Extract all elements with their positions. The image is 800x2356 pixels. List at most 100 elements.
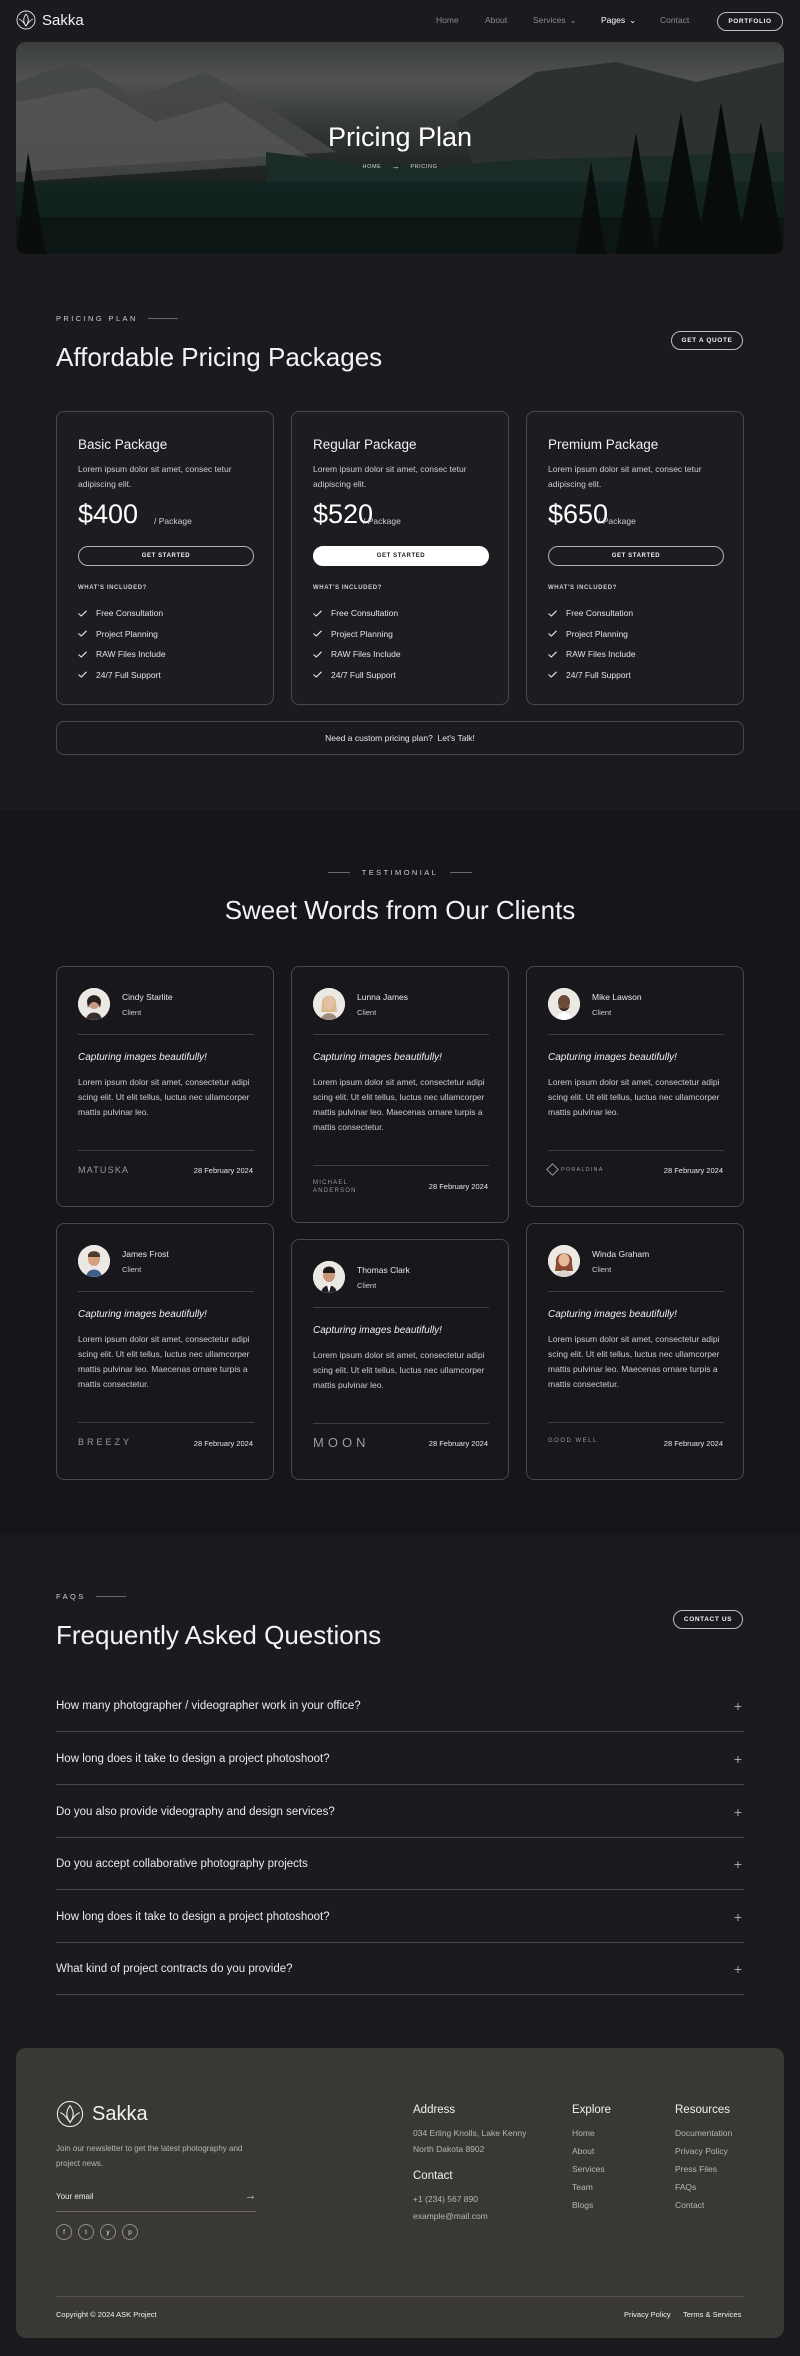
breadcrumb-home[interactable]: HOME — [363, 164, 382, 170]
faq-item[interactable]: How many photographer / videographer wor… — [56, 1680, 744, 1732]
nav-services[interactable]: Services ⌄ — [533, 15, 577, 26]
plus-icon: + — [733, 1961, 742, 1977]
footer-link-faqs[interactable]: FAQs — [675, 2182, 696, 2192]
client-role: Client — [592, 1008, 612, 1017]
contact-us-button[interactable]: CONTACT US — [673, 1610, 743, 1629]
divider — [78, 1150, 254, 1151]
faq-item[interactable]: Do you also provide videography and desi… — [56, 1786, 744, 1838]
feature-item: Free Consultation — [313, 603, 401, 624]
testimonial-text: Lorem ipsum dolor sit amet, consectetur … — [548, 1334, 720, 1389]
facebook-icon[interactable]: f — [56, 2224, 72, 2240]
testimonial-date: 28 February 2024 — [663, 1439, 723, 1448]
footer-divider — [56, 2296, 744, 2297]
privacy-policy-link[interactable]: Privacy Policy — [624, 2310, 671, 2319]
footer-link-privacy[interactable]: Privacy Policy — [675, 2146, 728, 2156]
footer-link-about[interactable]: About — [572, 2146, 594, 2156]
client-name: James Frost — [122, 1249, 169, 1259]
nav-contact[interactable]: Contact — [660, 15, 689, 25]
get-started-button[interactable]: GET STARTED — [548, 546, 724, 566]
email-link[interactable]: example@mail.com — [413, 2211, 488, 2221]
arrow-right-icon: → — [391, 162, 401, 171]
footer-link-services[interactable]: Services — [572, 2164, 605, 2174]
twitter-icon[interactable]: t — [78, 2224, 94, 2240]
phone-link[interactable]: +1 (234) 567 890 — [413, 2194, 478, 2204]
check-icon — [78, 610, 87, 617]
faq-item[interactable]: How long does it take to design a projec… — [56, 1733, 744, 1785]
lets-talk-link[interactable]: Let's Talk! — [438, 733, 475, 743]
footer-link-press[interactable]: Press Files — [675, 2164, 717, 2174]
testimonial-headline: Capturing images beautifully! — [78, 1309, 207, 1320]
site-footer: Sakka Join our newsletter to get the lat… — [16, 2048, 784, 2338]
nav-home[interactable]: Home — [436, 15, 459, 25]
copyright-text: Copyright © 2024 ASK Project — [56, 2310, 157, 2319]
diamond-logo-icon — [546, 1163, 559, 1176]
custom-plan-text: Need a custom pricing plan? — [325, 733, 433, 743]
divider — [313, 1165, 489, 1166]
divider — [313, 1423, 489, 1424]
plus-icon: + — [733, 1751, 742, 1767]
faq-item[interactable]: How long does it take to design a projec… — [56, 1891, 744, 1943]
label-divider — [147, 318, 178, 319]
newsletter-email-field[interactable]: Your email → — [56, 2190, 256, 2212]
client-brand-logo: MOON — [313, 1435, 370, 1450]
client-brand-logo: GOOD WELL — [548, 1438, 598, 1444]
footer-logo[interactable]: Sakka — [56, 2100, 148, 2128]
divider — [313, 1034, 489, 1035]
check-icon — [313, 671, 322, 679]
portfolio-button[interactable]: PORTFOLIO — [717, 12, 783, 31]
plus-icon: + — [733, 1698, 742, 1714]
get-started-button[interactable]: GET STARTED — [78, 546, 254, 566]
terms-link[interactable]: Terms & Services — [683, 2310, 741, 2319]
feature-label: 24/7 Full Support — [566, 669, 631, 680]
arrow-right-icon[interactable]: → — [245, 2190, 256, 2202]
package-period: / Package — [154, 516, 192, 526]
testimonial-card: James Frost Client Capturing images beau… — [56, 1223, 274, 1480]
client-name: Thomas Clark — [357, 1265, 410, 1275]
nav-about[interactable]: About — [485, 15, 507, 25]
included-heading: WHAT'S INCLUDED? — [78, 585, 147, 591]
footer-link-contact[interactable]: Contact — [675, 2200, 704, 2210]
faq-item[interactable]: Do you accept collaborative photography … — [56, 1838, 744, 1890]
faq-item[interactable]: What kind of project contracts do you pr… — [56, 1943, 744, 1995]
package-period: / Package — [598, 516, 636, 526]
avatar — [313, 1261, 345, 1293]
avatar — [78, 988, 110, 1020]
address-line: 034 Erling Knolls, Lake Kenny — [413, 2128, 527, 2138]
feature-item: 24/7 Full Support — [548, 665, 636, 686]
footer-link-team[interactable]: Team — [572, 2182, 593, 2192]
pricing-label-text: PRICING PLAN — [56, 314, 138, 323]
testimonial-label-text: TESTIMONIAL — [361, 868, 439, 877]
nav-pages[interactable]: Pages ⌄ — [601, 15, 636, 26]
faq-title: Frequently Asked Questions — [56, 1620, 382, 1650]
package-price: $400 — [78, 499, 139, 529]
faq-question: How many photographer / videographer wor… — [56, 1700, 361, 1712]
hero-title: Pricing Plan — [327, 122, 473, 152]
avatar — [313, 988, 345, 1020]
address-heading: Address — [413, 2104, 456, 2116]
client-name: Cindy Starlite — [122, 992, 173, 1002]
divider — [548, 1034, 724, 1035]
client-brand-logo: MICHAEL ANDERSON — [313, 1180, 357, 1194]
feature-item: Free Consultation — [78, 603, 166, 624]
feature-label: RAW Files Include — [566, 649, 636, 660]
youtube-icon[interactable]: y — [100, 2224, 116, 2240]
check-icon — [313, 610, 322, 617]
footer-link-blogs[interactable]: Blogs — [572, 2200, 593, 2210]
divider — [78, 1291, 254, 1292]
site-header: Sakka Home About Services ⌄ Pages ⌄ Contac… — [0, 0, 800, 42]
pinterest-icon[interactable]: p — [122, 2224, 138, 2240]
testimonial-headline: Capturing images beautifully! — [313, 1325, 442, 1336]
feature-label: Free Consultation — [566, 608, 634, 619]
testimonial-headline: Capturing images beautifully! — [548, 1309, 677, 1320]
footer-link-home[interactable]: Home — [572, 2128, 595, 2138]
plus-icon: + — [733, 1804, 742, 1820]
check-icon — [313, 651, 322, 658]
get-started-button[interactable]: GET STARTED — [313, 546, 489, 566]
client-role: Client — [357, 1008, 377, 1017]
testimonial-text: Lorem ipsum dolor sit amet, consectetur … — [548, 1077, 720, 1117]
pricing-section-label: PRICING PLAN — [56, 314, 178, 323]
feature-label: RAW Files Include — [331, 649, 401, 660]
footer-link-documentation[interactable]: Documentation — [675, 2128, 732, 2138]
get-quote-button[interactable]: GET A QUOTE — [671, 331, 743, 350]
faq-question: Do you also provide videography and desi… — [56, 1806, 335, 1818]
